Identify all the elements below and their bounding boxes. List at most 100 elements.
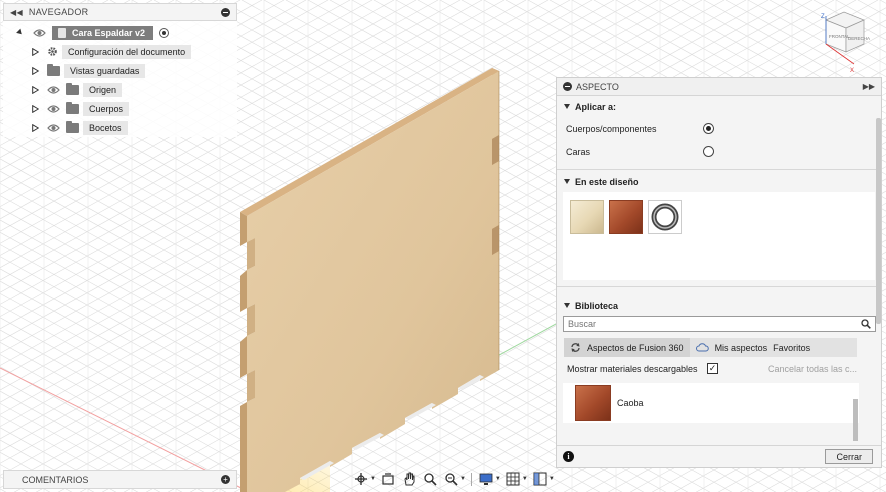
library-section-header[interactable]: Biblioteca [557,295,881,316]
tree-item-label: Configuración del documento [62,44,192,59]
tab-label: Aspectos de Fusion 360 [587,342,684,353]
zoom-window-icon[interactable] [442,471,460,487]
radio-bodies[interactable] [703,123,714,134]
collapse-left-icon[interactable]: ◀◀ [10,8,23,17]
refresh-icon[interactable] [570,342,581,353]
viewports-icon[interactable] [531,471,549,487]
expand-right-icon[interactable]: ▶▶ [863,82,875,91]
eye-icon[interactable] [47,104,60,114]
expanded-triangle-icon[interactable] [16,28,24,37]
navigator-title: NAVEGADOR [28,7,89,17]
show-downloadable-checkbox[interactable]: ✓ [707,363,718,374]
close-button[interactable]: Cerrar [825,449,873,464]
library-tabs: Aspectos de Fusion 360 Mis aspectos Favo… [564,338,857,357]
activate-radio-icon[interactable] [159,27,170,38]
chevron-down-icon[interactable]: ▼ [495,476,501,482]
viewcube-front-label: FRONTAL [829,34,850,39]
folder-icon [66,120,79,133]
chevron-down-icon[interactable]: ▼ [549,476,555,482]
apply-section-header[interactable]: Aplicar a: [557,96,881,117]
show-downloadable-row[interactable]: Mostrar materiales descargables ✓ Cancel… [557,357,881,381]
tree-root[interactable]: Cara Espaldar v2 [3,23,237,42]
chevron-down-icon[interactable]: ▼ [460,476,466,482]
panel-footer: i Cerrar [557,445,881,467]
option-bodies-label: Cuerpos/componentes [566,123,657,134]
tab-my-appearances[interactable]: Mis aspectos [690,338,774,357]
material-name: Caoba [617,398,644,408]
design-swatches [563,192,875,280]
tab-favorites[interactable]: Favoritos [773,338,816,357]
comments-title: COMENTARIOS [22,474,89,485]
design-section-label: En este diseño [575,176,639,187]
cloud-icon [695,343,709,352]
minimize-icon[interactable] [221,7,230,17]
navigation-toolbar: ▼ ▼ ▼ ▼ ▼ [352,469,555,489]
tree-item[interactable]: Vistas guardadas [3,61,237,80]
info-icon[interactable]: i [563,451,574,462]
tree-item[interactable]: Bocetos [3,118,237,137]
comments-bar[interactable]: COMENTARIOS + [3,470,237,489]
appearance-panel: ASPECTO ▶▶ Aplicar a: Cuerpos/componente… [556,77,882,468]
chrome-ring-swatch[interactable] [648,200,682,234]
navigator-header[interactable]: ◀◀ NAVEGADOR [3,3,237,21]
apply-section-label: Aplicar a: [575,101,617,112]
expand-triangle-icon[interactable] [32,123,39,132]
tab-fusion-appearances[interactable]: Aspectos de Fusion 360 [564,338,690,357]
tree-item[interactable]: Cuerpos [3,99,237,118]
root-component[interactable]: Cara Espaldar v2 [52,25,154,40]
folder-icon [66,101,79,114]
radio-faces[interactable] [703,146,714,157]
search-field[interactable] [563,316,876,332]
tree-item-label: Vistas guardadas [64,63,146,78]
tree-item[interactable]: Configuración del documento [3,42,237,61]
tree-item-label: Cuerpos [83,101,130,116]
chevron-down-icon[interactable]: ▼ [522,476,528,482]
add-comment-icon[interactable]: + [221,475,230,484]
design-section-header[interactable]: En este diseño [557,171,881,192]
mahogany-swatch[interactable] [609,200,643,234]
expand-triangle-icon[interactable] [32,47,39,56]
option-faces[interactable]: Caras [557,140,881,163]
material-list-scrollbar[interactable] [853,399,858,441]
pan-hand-icon[interactable] [400,471,418,487]
show-downloadable-label: Mostrar materiales descargables [567,364,698,374]
tree-item[interactable]: Origen [3,80,237,99]
look-at-icon[interactable] [379,471,397,487]
option-bodies[interactable]: Cuerpos/componentes [557,117,881,140]
expand-triangle-icon[interactable] [32,85,39,94]
panel-header[interactable]: ASPECTO ▶▶ [557,78,881,96]
library-section-label: Biblioteca [575,300,619,311]
display-settings-icon[interactable] [477,471,495,487]
minimize-icon[interactable] [563,82,572,91]
collapse-triangle-icon[interactable] [564,104,570,109]
grid-settings-icon[interactable] [504,471,522,487]
panel-scrollbar[interactable] [876,118,881,324]
cancel-all-link[interactable]: Cancelar todas las c... [768,364,857,374]
mahogany-thumbnail[interactable] [575,385,611,421]
gear-icon [48,47,57,56]
orbit-icon[interactable] [352,471,370,487]
oak-swatch[interactable] [570,200,604,234]
toolbar-divider [470,472,472,486]
eye-icon[interactable] [47,123,60,133]
collapse-triangle-icon[interactable] [564,179,570,184]
folder-icon [47,63,60,76]
divider [557,169,881,170]
collapse-triangle-icon[interactable] [564,303,570,308]
panel-title: ASPECTO [576,81,619,92]
navigator-panel: ◀◀ NAVEGADOR Cara Espaldar v2 Configurac… [3,3,237,137]
search-icon[interactable] [861,319,871,329]
viewcube-x-label: X [850,68,854,74]
expand-triangle-icon[interactable] [32,104,39,113]
eye-icon[interactable] [47,85,60,95]
document-icon [58,27,66,38]
material-list-item[interactable]: Caoba [563,383,859,423]
zoom-icon[interactable] [421,471,439,487]
tree-item-label: Bocetos [83,120,128,135]
viewcube-z-label: Z [821,14,825,20]
chevron-down-icon[interactable]: ▼ [370,476,376,482]
expand-triangle-icon[interactable] [32,66,39,75]
divider [557,286,881,287]
search-input[interactable] [568,319,861,329]
eye-icon[interactable] [33,28,46,38]
